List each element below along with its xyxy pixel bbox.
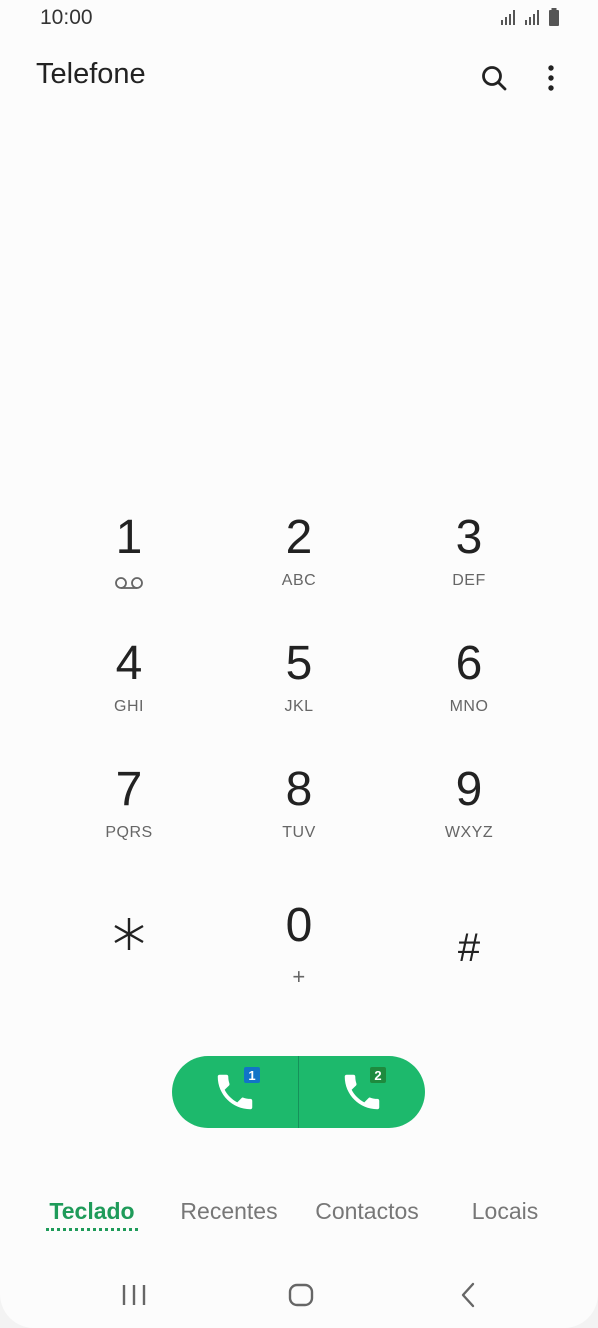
key-letters: PQRS [105, 824, 153, 841]
sim1-badge: 1 [244, 1067, 260, 1083]
key-4[interactable]: 4 GHI [44, 636, 214, 746]
key-digit: 2 [285, 511, 313, 564]
key-9[interactable]: 9 WXYZ [384, 762, 554, 872]
key-2[interactable]: 2 ABC [214, 510, 384, 620]
key-letters: MNO [449, 698, 489, 715]
voicemail-icon [115, 577, 143, 589]
sim2-badge: 2 [370, 1067, 386, 1083]
key-letters: DEF [452, 572, 486, 589]
status-time: 10:00 [40, 6, 93, 29]
key-digit: 9 [455, 763, 483, 816]
active-tab-indicator [46, 1228, 138, 1231]
key-3[interactable]: 3 DEF [384, 510, 554, 620]
tab-contactos[interactable]: Contactos [315, 1198, 419, 1225]
key-letters: GHI [114, 698, 144, 715]
key-digit: 5 [285, 637, 313, 690]
status-bar: 10:00 [0, 0, 598, 36]
key-7[interactable]: 7 PQRS [44, 762, 214, 872]
bottom-tabs: Teclado Recentes Contactos Locais [0, 1190, 598, 1240]
key-1[interactable]: 1 [44, 510, 214, 620]
search-icon [482, 66, 507, 91]
asterisk-icon [114, 918, 144, 950]
back-button[interactable] [448, 1279, 488, 1311]
search-button[interactable] [476, 60, 512, 96]
key-letters: ABC [281, 572, 317, 589]
call-sim1-button[interactable]: 1 [172, 1056, 298, 1128]
more-options-button[interactable] [533, 60, 569, 96]
tab-teclado[interactable]: Teclado [49, 1198, 134, 1225]
home-icon [288, 1283, 314, 1307]
key-0[interactable]: 0 + [214, 898, 384, 1008]
key-letters: + [292, 964, 306, 989]
key-digit: 0 [285, 899, 313, 952]
phone-screen: 10:00 Telefone 1 2 ABC 3 DEF 4 GHI 5 JKL… [0, 0, 598, 1328]
tab-locais[interactable]: Locais [472, 1198, 538, 1225]
recent-apps-button[interactable] [114, 1279, 154, 1311]
key-8[interactable]: 8 TUV [214, 762, 384, 872]
key-letters: WXYZ [444, 824, 494, 841]
key-digit: 6 [455, 637, 483, 690]
key-digit: 4 [115, 637, 143, 690]
battery-icon [549, 8, 559, 26]
tab-recentes[interactable]: Recentes [180, 1198, 277, 1225]
key-digit: 1 [115, 511, 143, 564]
key-hash[interactable]: # [384, 920, 554, 1030]
key-digit: 8 [285, 763, 313, 816]
page-title: Telefone [36, 58, 146, 90]
key-letters: TUV [282, 824, 316, 841]
key-digit: 7 [115, 763, 143, 816]
more-options-icon [548, 65, 554, 91]
call-buttons: 1 2 [172, 1056, 425, 1128]
signal-sim1-icon [501, 10, 515, 25]
recent-apps-icon [122, 1285, 146, 1305]
key-symbol: # [457, 926, 481, 970]
call-sim2-button[interactable]: 2 [299, 1056, 425, 1128]
home-button[interactable] [281, 1279, 321, 1311]
back-icon [461, 1282, 475, 1308]
key-star[interactable]: * [44, 888, 214, 998]
key-letters: JKL [284, 698, 314, 715]
key-digit: 3 [455, 511, 483, 564]
system-navbar [0, 1265, 598, 1325]
key-6[interactable]: 6 MNO [384, 636, 554, 746]
key-5[interactable]: 5 JKL [214, 636, 384, 746]
status-icons [500, 8, 560, 26]
signal-sim2-icon [525, 10, 539, 25]
